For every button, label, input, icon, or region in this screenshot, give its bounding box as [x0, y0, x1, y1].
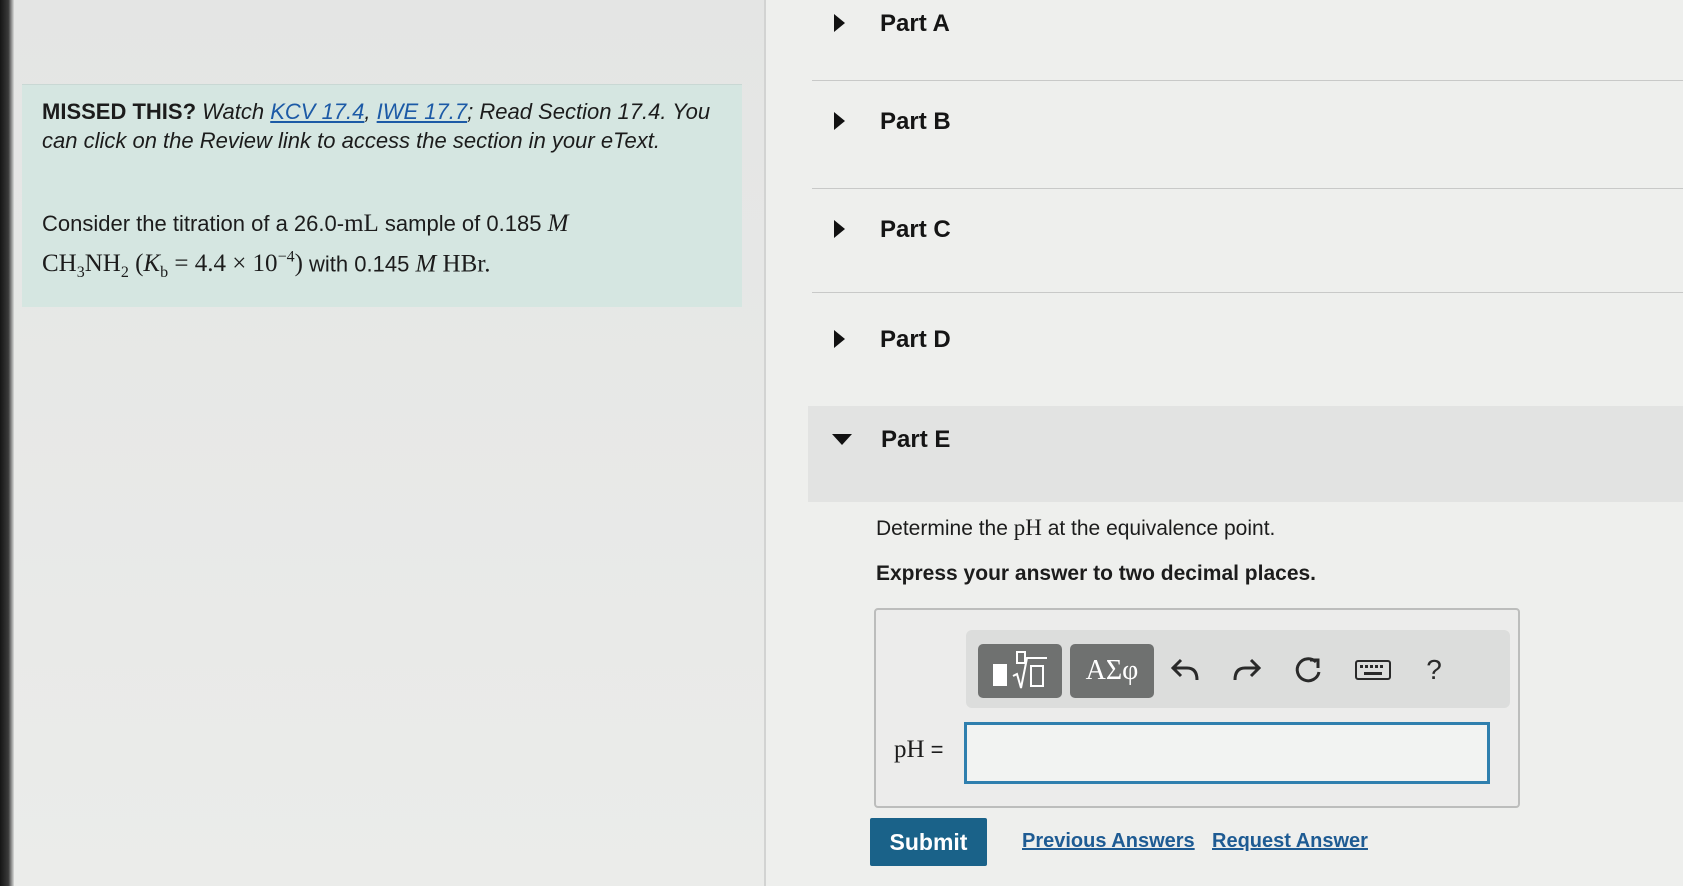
expand-arrow-icon — [834, 330, 845, 348]
expand-arrow-icon — [834, 112, 845, 130]
submit-button[interactable]: Submit — [870, 818, 987, 866]
molarity-symbol-2: M — [415, 250, 437, 278]
part-b-label: Part B — [880, 108, 951, 135]
part-b-header[interactable]: Part B — [812, 94, 1672, 154]
previous-answers-link[interactable]: Previous Answers — [1022, 830, 1195, 853]
methylamine-formula: CH3NH2 (Kb = 4.4 × 10−4) — [42, 249, 303, 282]
answer-label: pH = — [894, 736, 944, 763]
problem-statement: Consider the titration of a 26.0-mL samp… — [42, 207, 722, 290]
unit-ml: mL — [344, 210, 379, 237]
redo-icon — [1233, 658, 1261, 681]
acid-formula: HBr. — [436, 250, 491, 278]
keyboard-button[interactable] — [1348, 650, 1398, 690]
expand-arrow-icon — [834, 14, 845, 32]
help-button[interactable]: ? — [1414, 650, 1454, 690]
answer-instruction: Express your answer to two decimal place… — [876, 562, 1317, 585]
iwe-link[interactable]: IWE 17.7 — [377, 99, 467, 124]
problem-text-a: Consider the titration of a 26.0- — [42, 211, 345, 236]
part-separator — [812, 188, 1683, 189]
part-a-header[interactable]: Part A — [812, 0, 1672, 56]
answer-box: ΑΣφ ? pH = — [874, 608, 1520, 808]
ph-symbol: pH — [1013, 515, 1042, 540]
templates-button[interactable] — [978, 644, 1062, 698]
reset-icon — [1295, 657, 1321, 683]
ph-answer-input[interactable] — [964, 722, 1490, 784]
molarity-symbol: M — [547, 210, 569, 237]
problem-text-b: sample of 0.185 — [378, 211, 548, 236]
kcv-link[interactable]: KCV 17.4 — [270, 99, 364, 124]
part-e-label: Part E — [881, 426, 951, 453]
part-c-header[interactable]: Part C — [812, 202, 1672, 262]
watch-text: Watch — [202, 99, 265, 124]
link-separator: , — [364, 99, 371, 124]
part-separator — [812, 292, 1683, 293]
missed-this-lead: MISSED THIS? — [42, 99, 197, 124]
part-c-label: Part C — [880, 216, 951, 243]
keyboard-icon — [1355, 660, 1391, 680]
missed-this-text: MISSED THIS? Watch KCV 17.4, IWE 17.7; R… — [42, 97, 722, 155]
part-separator — [812, 80, 1683, 81]
collapse-arrow-icon — [832, 434, 852, 445]
undo-button[interactable] — [1166, 650, 1206, 690]
greek-symbols-button[interactable]: ΑΣφ — [1070, 644, 1154, 698]
expand-arrow-icon — [834, 220, 845, 238]
templates-icon — [993, 651, 1047, 689]
math-toolbar: ΑΣφ ? — [966, 630, 1510, 708]
part-e-header[interactable]: Part E — [808, 406, 1683, 502]
part-d-header[interactable]: Part D — [812, 312, 1672, 372]
problem-info-box: MISSED THIS? Watch KCV 17.4, IWE 17.7; R… — [22, 84, 742, 307]
undo-icon — [1171, 658, 1199, 681]
screen-edge — [0, 0, 14, 886]
question-text: Determine the pH at the equivalence poin… — [876, 515, 1276, 540]
request-answer-link[interactable]: Request Answer — [1212, 830, 1368, 853]
redo-button[interactable] — [1226, 650, 1266, 690]
part-d-label: Part D — [880, 326, 951, 353]
problem-text-c: with 0.145 — [302, 251, 416, 277]
part-a-label: Part A — [880, 10, 950, 37]
reset-button[interactable] — [1288, 650, 1328, 690]
